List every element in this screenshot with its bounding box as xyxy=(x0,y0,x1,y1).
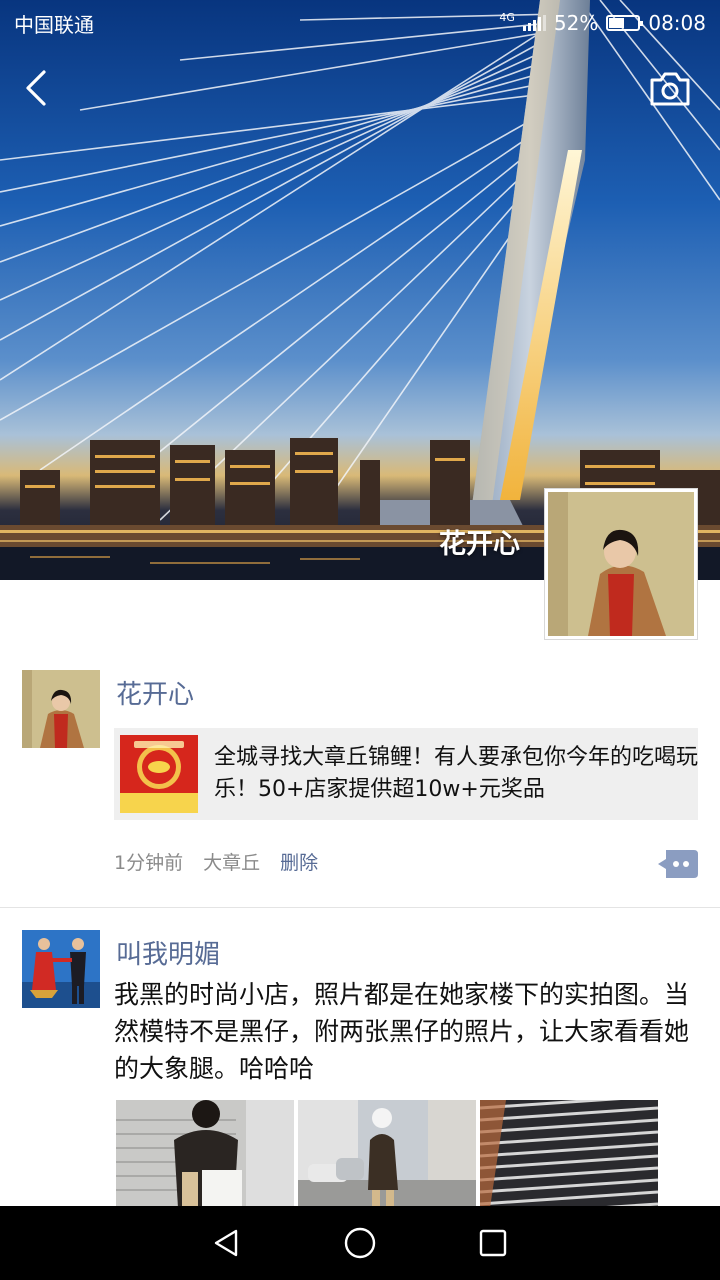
camera-icon xyxy=(650,72,690,106)
comment-button[interactable] xyxy=(658,850,698,878)
square-recents-icon xyxy=(480,1229,507,1257)
post-location[interactable]: 大章丘 xyxy=(203,848,260,875)
post-author-name[interactable]: 叫我明媚 xyxy=(116,934,220,971)
battery-icon xyxy=(606,15,644,31)
system-home-button[interactable] xyxy=(330,1213,390,1273)
photo-3 xyxy=(480,1100,658,1208)
post-author-avatar[interactable] xyxy=(22,930,100,1008)
battery-percent-label: 52% xyxy=(553,11,599,35)
photo-2 xyxy=(298,1100,476,1208)
system-navigation-bar xyxy=(0,1206,720,1280)
circle-home-icon xyxy=(344,1227,376,1259)
koi-promo-thumbnail xyxy=(120,735,198,813)
network-type-label: 4G xyxy=(499,10,515,24)
post-text: 我黑的时尚小店，照片都是在她家楼下的实拍图。当然模特不是黑仔，附两张黑仔的照片，… xyxy=(114,980,690,1083)
author-avatar-image xyxy=(22,930,100,1008)
system-back-button[interactable] xyxy=(197,1213,257,1273)
chevron-left-icon xyxy=(26,70,46,106)
post-time: 1分钟前 xyxy=(114,852,184,874)
delete-post-button[interactable]: 删除 xyxy=(280,848,318,875)
post-photo-grid xyxy=(116,1100,658,1208)
profile-avatar-image xyxy=(548,492,694,636)
post-author-name[interactable]: 花开心 xyxy=(116,674,194,711)
shared-link-card[interactable]: 全城寻找大章丘锦鲤！有人要承包你今年的吃喝玩乐！50+店家提供超10w+元奖品 xyxy=(114,728,698,820)
post-author-avatar[interactable] xyxy=(22,670,100,748)
camera-button[interactable] xyxy=(646,68,694,110)
shared-link-title: 全城寻找大章丘锦鲤！有人要承包你今年的吃喝玩乐！50+店家提供超10w+元奖品 xyxy=(214,745,699,802)
photo-1 xyxy=(116,1100,294,1208)
author-avatar-image xyxy=(22,670,100,748)
post-photo[interactable] xyxy=(116,1100,294,1208)
clock-label: 08:08 xyxy=(648,11,706,35)
status-bar: 中国联通 4G 52% 08:08 xyxy=(0,0,720,46)
system-recents-button[interactable] xyxy=(463,1213,523,1273)
moment-post: 花开心 全城寻找大章丘锦鲤！有人要承包你今年的吃喝玩乐！50+店家提供超10w+… xyxy=(0,668,720,908)
profile-avatar[interactable] xyxy=(544,488,698,640)
triangle-back-icon xyxy=(214,1229,237,1257)
moment-post: 叫我明媚 我黑的时尚小店，照片都是在她家楼下的实拍图。当然模特不是黑仔，附两张黑… xyxy=(0,928,720,1208)
profile-name[interactable]: 花开心 xyxy=(439,522,520,561)
post-photo[interactable] xyxy=(480,1100,658,1208)
post-meta: 1分钟前 大章丘 删除 xyxy=(114,848,318,875)
post-photo[interactable] xyxy=(298,1100,476,1208)
carrier-label: 中国联通 xyxy=(14,12,94,37)
signal-icon xyxy=(522,15,546,31)
comment-dots-icon xyxy=(658,850,698,878)
back-button[interactable] xyxy=(18,66,58,110)
